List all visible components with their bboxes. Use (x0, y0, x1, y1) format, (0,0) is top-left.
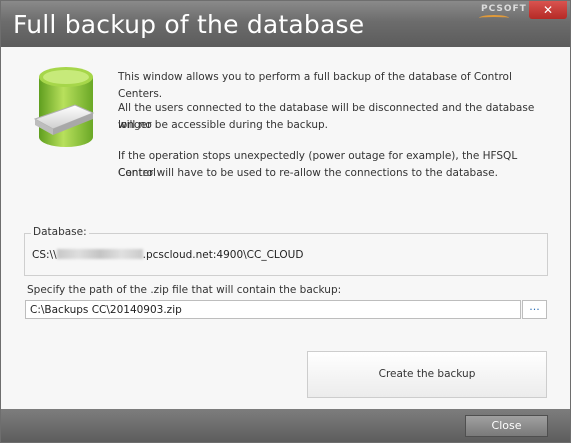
backup-path-label: Specify the path of the .zip file that w… (27, 284, 342, 296)
intro-line-3b: Center will have to be used to re-allow … (118, 167, 498, 179)
database-legend: Database: (31, 226, 89, 238)
backup-dialog: Full backup of the database PCSOFT ✕ Thi… (0, 0, 571, 443)
database-backup-icon (33, 67, 95, 147)
backup-path-input[interactable]: C:\Backups CC\20140903.zip (25, 300, 521, 319)
browse-button[interactable]: ... (522, 300, 547, 319)
database-value: CS:\\ .pcscloud.net:4900\CC_CLOUD (32, 249, 303, 261)
database-group: Database: CS:\\ .pcscloud.net:4900\CC_CLO… (24, 226, 548, 276)
database-prefix: CS:\\ (32, 249, 57, 261)
window-title: Full backup of the database (13, 10, 365, 39)
close-button[interactable]: Close (465, 415, 548, 437)
intro-line-2b: longer be accessible during the backup. (118, 119, 328, 131)
redacted-hostname (56, 249, 143, 259)
brand-swoosh-icon (479, 15, 509, 21)
brand-logo: PCSOFT (481, 4, 527, 14)
window-close-button[interactable]: ✕ (529, 1, 567, 19)
create-backup-button[interactable]: Create the backup (307, 351, 547, 398)
dialog-content: This window allows you to perform a full… (1, 47, 570, 409)
intro-line-1: This window allows you to perform a full… (118, 71, 512, 100)
dialog-footer: Close (1, 409, 570, 442)
database-suffix: .pcscloud.net:4900\CC_CLOUD (142, 249, 304, 261)
title-bar: Full backup of the database PCSOFT ✕ (1, 1, 570, 47)
